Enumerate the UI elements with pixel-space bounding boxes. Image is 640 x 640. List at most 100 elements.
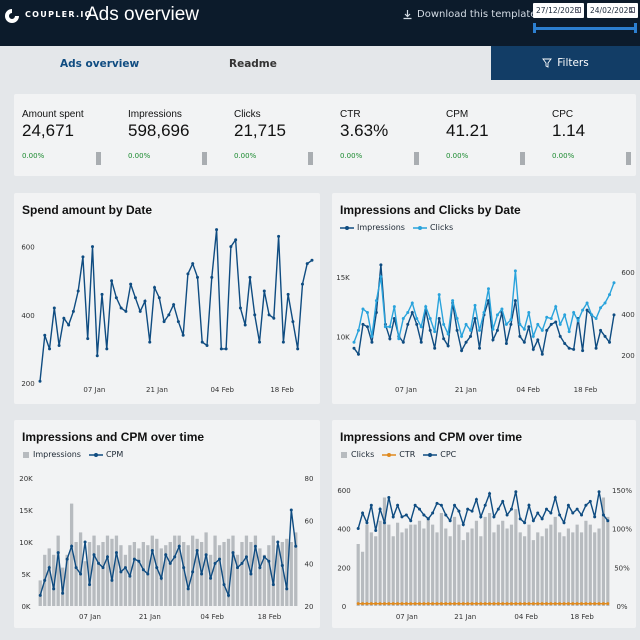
spend-series-point — [76, 289, 80, 293]
clicks-series-point — [442, 322, 446, 326]
impressions-clicks-line-chart[interactable]: 10K 15K 200 400 600 07 Jan 21 Jan 04 Feb 18 Feb — [332, 193, 636, 404]
clicks-ctr-cpc-combo-chart[interactable]: 0 200 400 600 0% 50% 100% 150% 07 Jan 21 Jan 04 Fe… — [332, 420, 636, 628]
clicks-series-point — [401, 316, 405, 320]
ctr-series-point — [488, 602, 492, 606]
end-date-input[interactable]: 24/02/2024 — [587, 3, 638, 18]
spend-series-point — [52, 306, 56, 310]
spend-series-point — [148, 340, 152, 344]
cpc-series-point — [435, 501, 439, 505]
impressions-bar — [83, 561, 87, 606]
cpc-series-point — [365, 521, 369, 525]
clicks-series-point — [491, 327, 495, 331]
clicks-bar — [444, 528, 448, 606]
ctr-series-point — [523, 602, 527, 606]
brand-name: COUPLER.IO — [25, 10, 93, 19]
spend-series-point — [300, 282, 304, 286]
spend-series-point — [143, 299, 147, 303]
download-icon — [403, 10, 412, 20]
clicks-bar — [579, 532, 584, 606]
cpm-series-point — [231, 551, 235, 555]
impressions-series-point — [608, 340, 612, 344]
spend-series-point — [119, 306, 123, 310]
impressions-bar — [96, 545, 101, 606]
spend-series-point — [176, 320, 180, 324]
tab-ads-overview[interactable]: Ads overview — [60, 58, 139, 70]
spend-series-point — [215, 228, 219, 232]
tab-readme[interactable]: Readme — [229, 58, 277, 70]
cpc-series-point — [387, 496, 391, 499]
spend-series-point — [234, 238, 238, 242]
clicks-bar — [593, 532, 597, 606]
date-range-slider[interactable] — [533, 27, 637, 30]
cpc-series-point — [483, 503, 487, 507]
cpc-series-point — [426, 517, 430, 521]
clicks-bar — [378, 520, 382, 606]
kpi-amount-spent: Amount spent 24,671 0.00% — [14, 94, 118, 176]
ctr-series-point — [418, 602, 421, 606]
ctr-series-point — [509, 602, 513, 606]
impressions-cpm-combo-chart[interactable]: 0K 5K 10K 15K 20K 20 40 60 80 07 Jan 21 Jan 04 Feb 1… — [14, 420, 320, 628]
impressions-series-point — [563, 341, 567, 345]
kpi-sparkbar — [308, 152, 313, 165]
clicks-bar — [518, 532, 522, 606]
ctr-series-point — [597, 602, 601, 606]
x-tick-label: 07 Jan — [395, 386, 417, 394]
cpc-series-point — [588, 499, 592, 503]
filters-button[interactable]: Filters — [491, 46, 640, 80]
cpm-series-point — [74, 566, 78, 570]
cpm-series-point — [155, 566, 159, 570]
impressions-series-point — [572, 347, 576, 351]
clicks-series-point — [383, 325, 387, 329]
chart-card-clicks-ctr-cpc: Impressions and CPM over time Clicks CTR… — [332, 420, 636, 628]
impressions-bar — [168, 542, 172, 606]
ctr-series-point — [378, 602, 382, 606]
ctr-series-point — [409, 602, 413, 606]
clicks-bar — [558, 532, 562, 606]
ctr-series-point — [426, 602, 430, 606]
kpi-label: CTR — [340, 109, 361, 120]
ctr-series-point — [505, 602, 509, 606]
cpm-series-point — [186, 587, 190, 591]
ctr-series-point — [444, 602, 448, 606]
impressions-series-point — [545, 328, 549, 332]
cpm-series-point — [101, 566, 105, 570]
cpc-series-point — [509, 507, 513, 511]
ctr-series-point — [540, 602, 544, 606]
cpc-series-point — [527, 503, 531, 507]
impressions-series-point — [509, 322, 513, 326]
spend-series-point — [124, 309, 128, 313]
cpc-series-point — [601, 513, 605, 517]
cpm-series-point — [114, 551, 118, 555]
clicks-bar — [544, 528, 549, 606]
clicks-series-point — [446, 332, 450, 336]
cpm-series-point — [249, 572, 253, 576]
impressions-series-point — [585, 308, 589, 312]
impressions-bar — [213, 535, 217, 606]
spend-line-chart[interactable]: 200 400 600 07 Jan 21 Jan 04 Feb 18 Feb — [14, 193, 320, 404]
date-slider-start-handle[interactable] — [533, 23, 536, 33]
clicks-series-point — [397, 337, 401, 341]
impressions-bar — [231, 535, 235, 606]
kpi-delta: 0.00% — [552, 152, 575, 160]
clicks-series-point — [352, 340, 356, 344]
cpc-series-point — [540, 517, 544, 521]
cpc-series-point — [409, 519, 413, 523]
clicks-bar — [374, 536, 378, 606]
clicks-bar — [606, 516, 610, 606]
cpm-series-point — [88, 583, 92, 587]
kpi-delta: 0.00% — [446, 152, 469, 160]
kpi-label: Amount spent — [22, 109, 84, 120]
spend-series-point — [267, 313, 271, 317]
start-date-input[interactable]: 27/12/2023 — [533, 3, 584, 18]
cpc-series-point — [461, 523, 465, 527]
ctr-series-point — [374, 602, 378, 606]
date-slider-end-handle[interactable] — [634, 23, 637, 33]
download-template-button[interactable]: Download this template — [402, 9, 536, 20]
clicks-bar — [426, 516, 430, 606]
clicks-bar — [540, 536, 544, 606]
impressions-series-point — [365, 325, 369, 329]
cpc-series-point — [453, 503, 457, 507]
y-right-tick-label: 400 — [621, 311, 634, 319]
impressions-series-point — [478, 346, 482, 350]
clicks-bar — [404, 528, 408, 606]
